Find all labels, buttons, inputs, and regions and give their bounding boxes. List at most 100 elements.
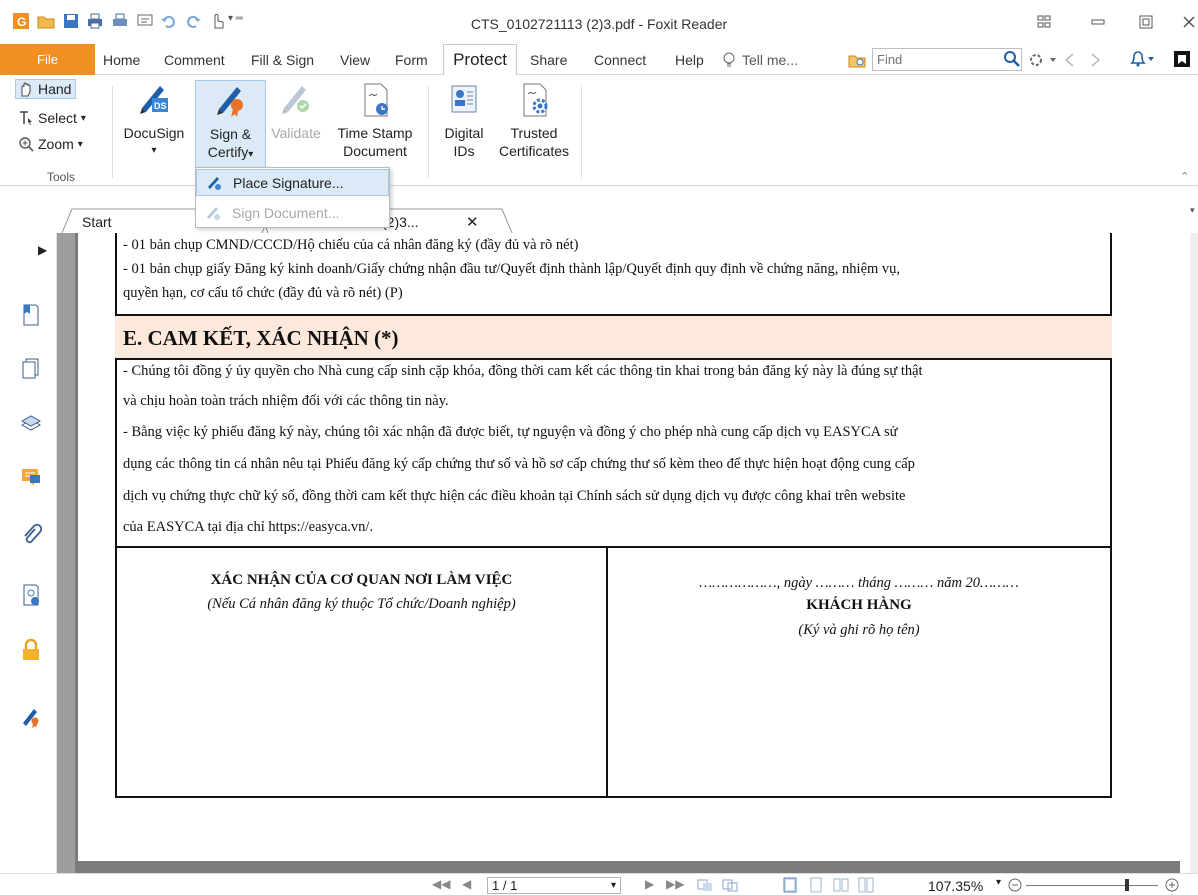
select-text-icon xyxy=(20,111,32,125)
ribbon-separator xyxy=(112,86,113,178)
docusign-dropdown-icon: ▾ xyxy=(151,145,157,156)
facing-view-icon[interactable] xyxy=(833,877,849,893)
ribbon-display-icon[interactable] xyxy=(1034,13,1054,31)
validate-label: Validate xyxy=(271,125,321,141)
sign-certify-button[interactable]: Sign & Certify▾ xyxy=(195,80,266,171)
digital-ids-button[interactable]: Digital IDs xyxy=(436,80,492,170)
section-e-header: E. CAM KẾT, XÁC NHẬN (*) xyxy=(115,314,1112,360)
title-bar: G ▾ ═ CTS_0102721113 (2)3.pdf - Foxit Re… xyxy=(0,0,1198,44)
comments-icon[interactable] xyxy=(20,465,42,489)
settings-icon[interactable] xyxy=(1028,51,1058,69)
ribbon-collapse-icon[interactable]: ⌃ xyxy=(1180,170,1189,183)
tab-start-label: Start xyxy=(82,214,112,230)
page-number-value: 1 / 1 xyxy=(492,878,518,893)
expand-panel-icon[interactable]: ▶ xyxy=(38,243,47,257)
docusign-button[interactable]: DS DocuSign ▾ xyxy=(118,80,190,170)
minimize-icon[interactable] xyxy=(1088,13,1108,31)
menu-view[interactable]: View xyxy=(340,52,370,68)
section-e-title: E. CAM KẾT, XÁC NHẬN (*) xyxy=(123,326,399,350)
place-signature-icon xyxy=(208,176,221,190)
previous-view-icon[interactable] xyxy=(697,877,713,893)
menu-protect[interactable]: Protect xyxy=(443,44,517,75)
trusted-certificates-label-2: Certificates xyxy=(498,143,570,159)
next-result-icon[interactable] xyxy=(1088,52,1102,68)
select-tool-button[interactable]: Select ▾ xyxy=(18,110,86,126)
sign-document-item[interactable]: Sign Document... xyxy=(196,199,389,226)
svg-text:DS: DS xyxy=(154,101,167,111)
next-page-icon[interactable]: ▶ xyxy=(645,877,654,891)
docusign-icon: DS xyxy=(140,86,168,114)
timestamp-button[interactable]: Time Stamp Document xyxy=(330,80,420,170)
menu-bar: File Home Comment Fill & Sign View Form … xyxy=(0,44,1198,75)
last-page-icon[interactable]: ▶▶ xyxy=(666,877,684,891)
continuous-facing-icon[interactable] xyxy=(858,877,874,893)
layers-icon[interactable] xyxy=(20,411,42,435)
hand-tool-button[interactable]: Hand xyxy=(15,79,77,99)
ribbon-separator xyxy=(581,86,582,178)
menu-connect[interactable]: Connect xyxy=(594,52,646,68)
find-field[interactable] xyxy=(872,48,1022,71)
find-input[interactable] xyxy=(873,49,1021,70)
zoom-in-icon[interactable] xyxy=(1164,877,1180,893)
tab-close-icon[interactable]: ✕ xyxy=(466,213,479,231)
tell-me-input[interactable]: Tell me... xyxy=(742,52,798,68)
left-signature-note: (Nếu Cá nhân đăng ký thuộc Tổ chức/Doanh… xyxy=(207,596,516,612)
menu-comment[interactable]: Comment xyxy=(164,52,225,68)
window-title: CTS_0102721113 (2)3.pdf - Foxit Reader xyxy=(470,16,728,32)
signature-panel-icon[interactable] xyxy=(20,583,42,607)
panel-splitter[interactable] xyxy=(57,233,75,873)
zoom-level[interactable]: 107.35% xyxy=(928,878,983,894)
doc-text-line: dụng các thông tin cá nhân nêu tại Phiếu… xyxy=(123,456,915,472)
search-icon[interactable] xyxy=(1003,50,1021,68)
menu-help[interactable]: Help xyxy=(675,52,704,68)
timestamp-label-1: Time Stamp xyxy=(337,125,413,141)
doc-text-line: của EASYCA tại địa chỉ https://easyca.vn… xyxy=(123,519,374,535)
status-bar: ◀◀ ◀ 1 / 1 ▾ ▶ ▶▶ 107.35% ▾ xyxy=(0,873,1198,895)
right-signature-title: KHÁCH HÀNG xyxy=(806,597,912,613)
previous-page-icon[interactable]: ◀ xyxy=(462,877,471,891)
notification-bell-icon[interactable] xyxy=(1128,50,1156,68)
ribbon-separator xyxy=(428,86,429,178)
place-signature-item[interactable]: Place Signature... xyxy=(196,169,389,196)
menu-form[interactable]: Form xyxy=(395,52,428,68)
zoom-slider-track[interactable] xyxy=(1026,885,1158,886)
place-signature-label: Place Signature... xyxy=(233,174,344,191)
previous-result-icon[interactable] xyxy=(1063,52,1077,68)
next-view-icon[interactable] xyxy=(722,877,738,893)
trusted-certificates-button[interactable]: Trusted Certificates xyxy=(494,80,574,170)
menu-home[interactable]: Home xyxy=(103,52,140,68)
bookmark-icon[interactable] xyxy=(20,303,42,327)
zoom-dropdown-icon[interactable]: ▾ xyxy=(996,877,1001,888)
page-dropdown-icon[interactable]: ▾ xyxy=(611,878,616,893)
hand-tool-label: Hand xyxy=(38,81,72,97)
first-page-icon[interactable]: ◀◀ xyxy=(432,877,450,891)
page-number-input[interactable]: 1 / 1 ▾ xyxy=(487,877,621,894)
tab-list-icon[interactable]: ▾ xyxy=(1190,205,1195,216)
certify-pen-icon[interactable] xyxy=(20,705,42,729)
foxit-account-icon[interactable] xyxy=(1172,49,1192,69)
doc-text-line: và chịu hoàn toàn trách nhiệm đối với cá… xyxy=(123,393,449,409)
folder-search-icon[interactable] xyxy=(848,51,866,69)
close-icon[interactable] xyxy=(1180,13,1198,31)
digital-ids-label-2: IDs xyxy=(453,143,475,159)
validate-icon xyxy=(282,86,309,114)
pages-thumbnail-icon[interactable] xyxy=(20,357,42,381)
maximize-icon[interactable] xyxy=(1136,13,1156,31)
zoom-dropdown-icon: ▾ xyxy=(77,138,83,150)
zoom-slider-thumb[interactable] xyxy=(1125,879,1129,891)
security-lock-icon[interactable] xyxy=(20,638,42,662)
menu-share[interactable]: Share xyxy=(530,52,567,68)
validate-button[interactable]: Validate xyxy=(268,80,324,170)
menu-fill-sign[interactable]: Fill & Sign xyxy=(251,52,314,68)
attachment-icon[interactable] xyxy=(20,523,42,547)
right-signature-note: (Ký và ghi rõ họ tên) xyxy=(798,622,920,638)
menu-file[interactable]: File xyxy=(0,44,95,75)
doc-text-line: - 01 bản chụp CMND/CCCD/Hộ chiếu của cá … xyxy=(123,237,579,253)
single-page-view-icon[interactable] xyxy=(782,877,798,893)
continuous-view-icon[interactable] xyxy=(808,877,824,893)
zoom-out-icon[interactable] xyxy=(1007,877,1023,893)
vertical-scrollbar[interactable] xyxy=(1190,233,1198,873)
lightbulb-icon xyxy=(723,52,735,67)
zoom-tool-button[interactable]: Zoom ▾ xyxy=(18,136,83,152)
left-signature-title: XÁC NHẬN CỦA CƠ QUAN NƠI LÀM VIỆC xyxy=(210,572,513,588)
